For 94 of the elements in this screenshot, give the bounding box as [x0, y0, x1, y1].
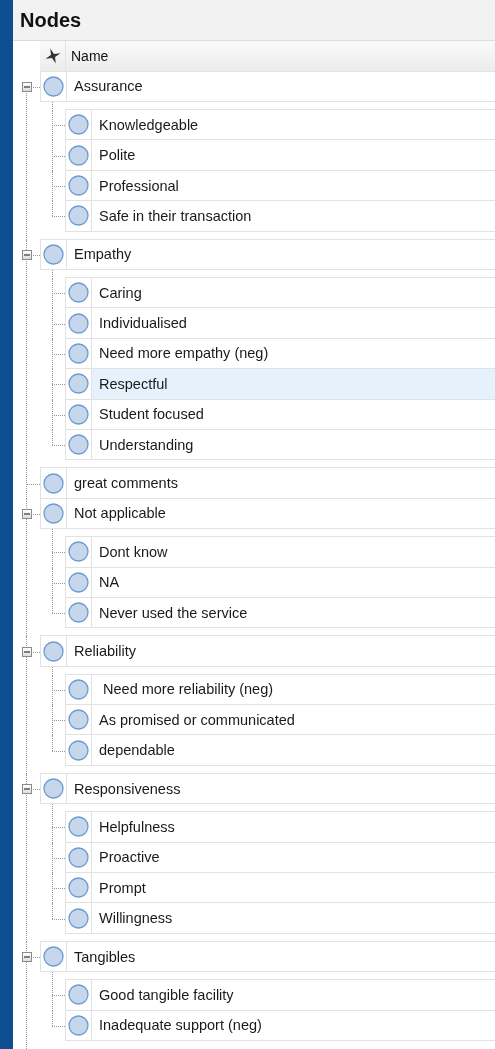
node-row[interactable]: Willingness — [65, 902, 495, 934]
node-icon — [68, 846, 89, 868]
node-icon — [68, 282, 89, 304]
node-name: Need more reliability (neg) — [102, 681, 274, 698]
node-name: Helpfulness — [98, 818, 175, 835]
minus-icon — [24, 510, 30, 517]
node-icon — [68, 602, 89, 624]
node-name: Tangibles — [73, 948, 136, 965]
node-icon — [43, 502, 64, 524]
minus-icon — [24, 83, 30, 90]
node-row[interactable]: Empathy — [40, 238, 495, 270]
node-name: Caring — [98, 284, 142, 301]
node-name: Never used the service — [98, 604, 248, 621]
node-icon — [43, 75, 64, 97]
node-name: Assurance — [73, 78, 143, 95]
node-name: great comments — [73, 475, 178, 492]
node-name: Good tangible facility — [98, 986, 234, 1003]
node-row[interactable]: Understanding — [65, 428, 495, 461]
node-icon — [68, 403, 89, 425]
node-icon — [68, 678, 89, 700]
node-row[interactable]: Tangibles — [40, 940, 495, 973]
collapse-button[interactable] — [22, 249, 32, 260]
collapse-button[interactable] — [22, 81, 32, 92]
node-icon — [68, 571, 89, 593]
node-row[interactable]: Respectful — [65, 368, 495, 400]
node-icon — [43, 778, 64, 800]
node-name: NA — [98, 574, 120, 591]
node-row[interactable]: Never used the service — [65, 596, 495, 629]
node-name: Willingness — [98, 910, 173, 927]
node-name: Need more empathy (neg) — [98, 345, 269, 362]
node-icon — [43, 472, 64, 494]
node-name: Responsiveness — [73, 780, 181, 797]
node-icon — [68, 434, 89, 456]
node-icon — [68, 205, 89, 227]
minus-icon — [24, 251, 30, 258]
node-row[interactable]: Caring — [65, 277, 495, 309]
column-label: Name — [70, 47, 109, 64]
node-icon — [68, 739, 89, 761]
node-name: Understanding — [98, 436, 194, 453]
node-name: Safe in their transaction — [98, 207, 252, 224]
node-icon — [68, 984, 89, 1006]
node-name: Knowledgeable — [98, 116, 199, 133]
node-icon — [43, 243, 64, 265]
node-name: Not applicable — [73, 505, 166, 522]
collapse-button[interactable] — [22, 508, 32, 519]
node-icon — [68, 1014, 89, 1036]
node-row[interactable]: dependable — [65, 734, 495, 766]
node-name: Student focused — [98, 406, 204, 423]
node-icon — [68, 373, 89, 395]
node-row[interactable]: Helpfulness — [65, 811, 495, 843]
node-name: Professional — [98, 177, 179, 194]
node-row[interactable]: Need more reliability (neg) — [65, 673, 495, 706]
node-name: Respectful — [98, 375, 168, 392]
node-icon — [68, 114, 89, 136]
node-name: Empathy — [73, 246, 132, 263]
node-name: Inadequate support (neg) — [98, 1017, 262, 1034]
node-name: Proactive — [98, 849, 160, 866]
node-icon — [68, 343, 89, 364]
node-icon — [68, 541, 89, 563]
node-row[interactable]: Not applicable — [40, 497, 495, 530]
node-icon — [43, 640, 64, 662]
node-name: Individualised — [98, 315, 187, 332]
collapse-button[interactable] — [22, 784, 32, 795]
node-row[interactable]: Knowledgeable — [65, 109, 495, 141]
node-icon — [68, 144, 89, 166]
column-header[interactable]: Name — [40, 41, 495, 72]
node-name: Polite — [98, 147, 136, 164]
panel-title: Nodes — [20, 8, 82, 32]
node-name: As promised or communicated — [98, 711, 295, 728]
node-icon — [68, 816, 89, 838]
node-row[interactable]: Responsiveness — [40, 772, 495, 805]
node-row[interactable]: Good tangible facility — [65, 979, 495, 1011]
node-row[interactable]: great comments — [40, 467, 495, 499]
minus-icon — [24, 648, 30, 655]
collapse-button[interactable] — [22, 646, 32, 657]
node-icon — [68, 709, 89, 731]
node-icon — [68, 907, 89, 929]
star-icon — [43, 46, 62, 65]
node-icon — [68, 175, 89, 197]
node-name: Dont know — [98, 543, 168, 560]
minus-icon — [24, 786, 30, 793]
node-name: dependable — [98, 742, 175, 759]
node-icon — [43, 946, 64, 967]
node-name: Reliability — [73, 643, 137, 659]
node-row[interactable]: Assurance — [40, 70, 495, 103]
node-name: Prompt — [98, 879, 146, 896]
node-row[interactable]: Dont know — [65, 536, 495, 568]
node-icon — [68, 312, 89, 334]
node-row[interactable]: Safe in their transaction — [65, 200, 495, 232]
collapse-button[interactable] — [22, 952, 32, 962]
node-icon — [68, 877, 89, 899]
minus-icon — [24, 954, 30, 960]
node-row[interactable]: Reliability — [40, 635, 495, 667]
node-row[interactable]: Inadequate support (neg) — [65, 1009, 495, 1041]
